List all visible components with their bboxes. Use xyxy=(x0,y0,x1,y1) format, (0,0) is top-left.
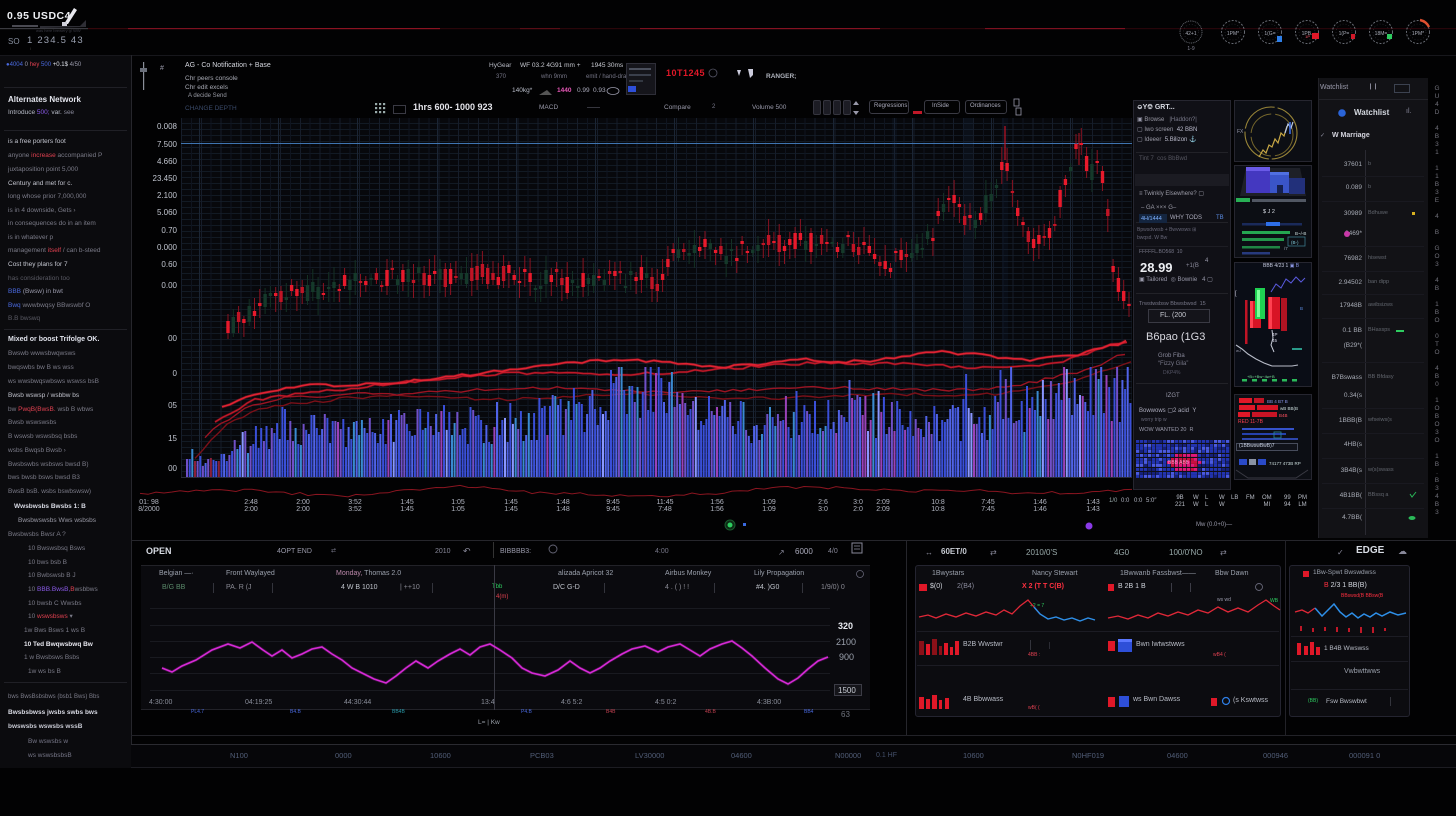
svg-text:1(P=: 1(P= xyxy=(1339,31,1350,37)
svg-text:1(G=: 1(G= xyxy=(1264,31,1275,37)
svg-text:1-9: 1-9 xyxy=(1187,46,1194,52)
svg-text:#: # xyxy=(160,65,164,72)
svg-text:42+1: 42+1 xyxy=(1185,31,1196,37)
svg-text:1PB.: 1PB. xyxy=(1302,31,1313,37)
svg-text:1PM*: 1PM* xyxy=(1412,31,1424,37)
svg-text:1P: 1P xyxy=(1305,34,1310,39)
svg-text:1PM*: 1PM* xyxy=(1227,31,1239,37)
svg-text:18M=: 18M= xyxy=(1375,31,1388,37)
